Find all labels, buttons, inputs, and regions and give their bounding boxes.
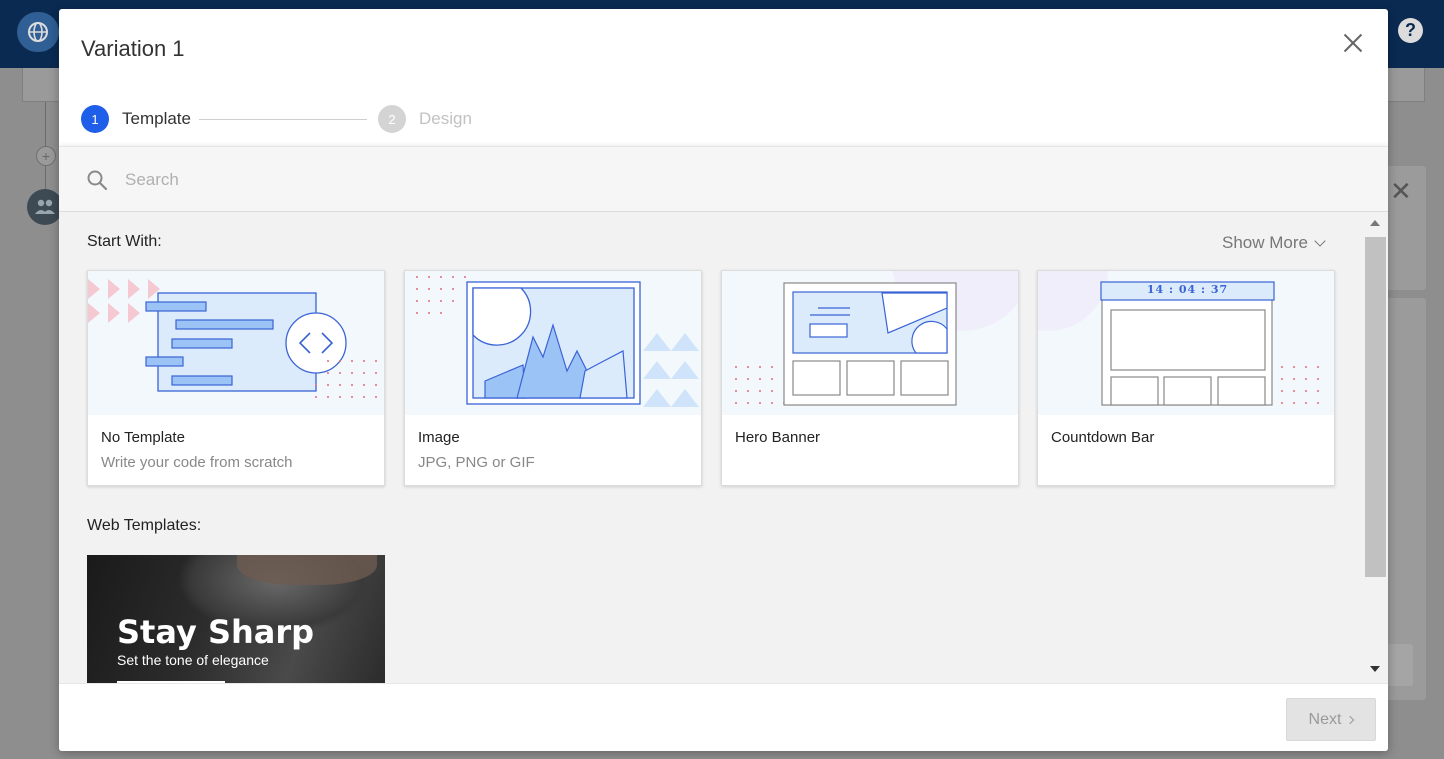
template-card-hero-banner[interactable]: Hero Banner <box>721 270 1019 486</box>
content-scrollbar[interactable] <box>1364 212 1388 683</box>
template-card-no-template[interactable]: No Template Write your code from scratch <box>87 270 385 486</box>
step-number: 2 <box>378 105 406 133</box>
section-title-web-templates: Web Templates: <box>87 517 201 535</box>
scroll-up-icon[interactable] <box>1370 220 1380 226</box>
modal-title: Variation 1 <box>81 36 185 62</box>
step-design: 2 Design <box>378 105 472 133</box>
next-button[interactable]: Next <box>1286 698 1376 741</box>
chevron-right-icon <box>1346 715 1354 723</box>
search-icon <box>86 169 108 191</box>
background-close-icon: ✕ <box>1390 178 1412 204</box>
step-connector <box>199 119 367 120</box>
template-list: Start With: Show More <box>59 212 1388 683</box>
step-number: 1 <box>81 105 109 133</box>
step-label: Template <box>122 109 191 129</box>
scroll-down-icon[interactable] <box>1370 666 1380 672</box>
help-icon: ? <box>1398 18 1423 43</box>
web-template-title: Stay Sharp <box>117 613 314 651</box>
countdown-bar-illustration: 14 : 04 : 37 <box>1038 271 1334 415</box>
card-subtitle: Write your code from scratch <box>101 454 292 471</box>
card-title: Image <box>418 429 460 446</box>
users-icon <box>27 189 63 225</box>
step-template[interactable]: 1 Template <box>81 105 191 133</box>
next-button-label: Next <box>1309 711 1342 729</box>
background-button <box>1385 644 1413 686</box>
template-photo-hand <box>237 555 377 585</box>
countdown-timer-text: 14 : 04 : 37 <box>1101 283 1274 296</box>
stepper: 1 Template 2 Design <box>81 105 472 133</box>
scroll-thumb[interactable] <box>1365 237 1386 577</box>
template-modal: Variation 1 1 Template 2 Design Start Wi… <box>59 9 1388 751</box>
search-input[interactable] <box>125 166 1025 194</box>
show-more-label: Show More <box>1222 233 1308 253</box>
hero-banner-illustration <box>722 271 1018 415</box>
card-title: Hero Banner <box>735 429 820 446</box>
search-bar <box>59 146 1388 212</box>
template-card-countdown-bar[interactable]: 14 : 04 : 37 Countdown Bar <box>1037 270 1335 486</box>
code-template-illustration <box>88 271 384 415</box>
add-icon: + <box>36 146 56 166</box>
card-title: No Template <box>101 429 185 446</box>
card-title: Countdown Bar <box>1051 429 1154 446</box>
show-more-button[interactable]: Show More <box>1222 233 1324 253</box>
image-template-illustration <box>405 271 701 415</box>
globe-icon <box>17 12 59 52</box>
close-icon[interactable] <box>1339 29 1367 57</box>
web-template-card-stay-sharp[interactable]: Stay Sharp Set the tone of elegance <box>87 555 385 683</box>
web-template-subtitle: Set the tone of elegance <box>117 652 269 668</box>
chevron-down-icon <box>1314 235 1325 246</box>
modal-footer: Next <box>59 683 1388 751</box>
section-title-start-with: Start With: <box>87 233 162 251</box>
card-subtitle: JPG, PNG or GIF <box>418 454 535 471</box>
template-card-image[interactable]: Image JPG, PNG or GIF <box>404 270 702 486</box>
step-label: Design <box>419 109 472 129</box>
